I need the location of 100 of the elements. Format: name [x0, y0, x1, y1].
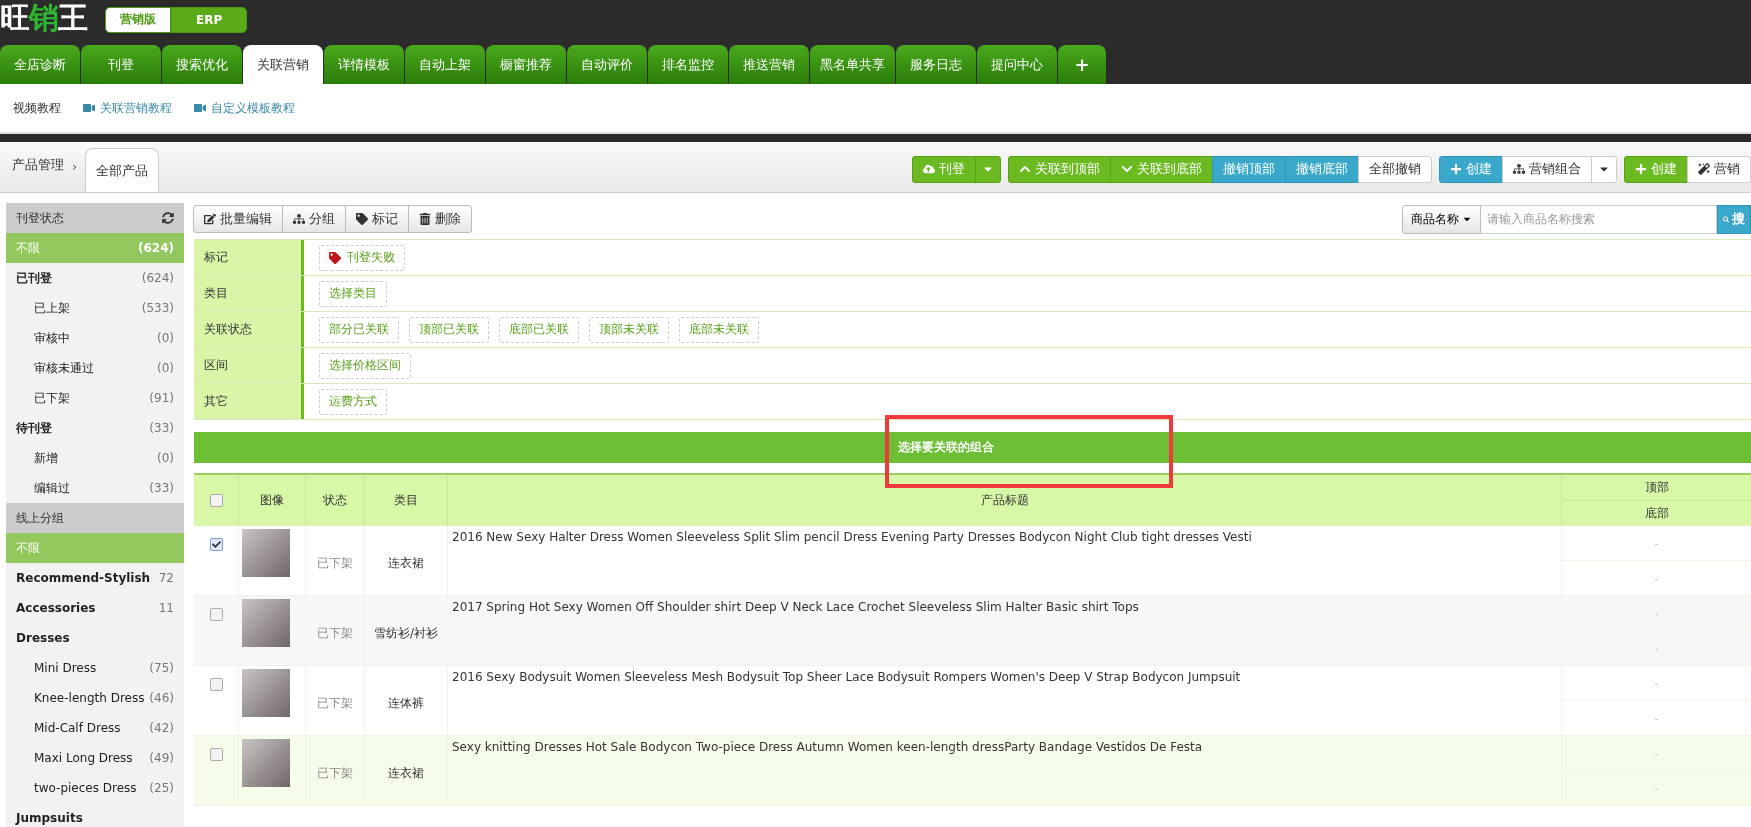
filter-option[interactable]: 选择价格区间	[319, 352, 411, 379]
bottom-value: -	[1653, 571, 1660, 586]
photo-placeholder	[242, 739, 290, 787]
sidebar-item[interactable]: 已刊登 (624)	[6, 263, 184, 293]
nav-tab[interactable]: 全店诊断	[0, 45, 80, 84]
sidebar-item[interactable]: 审核中 (0)	[6, 323, 184, 353]
edition-toggle[interactable]: ERP	[171, 6, 248, 33]
action-button[interactable]: 关联到顶部	[1008, 155, 1111, 183]
sidebar-item[interactable]: 待刊登 (33)	[6, 413, 184, 443]
filter-label: 类目	[194, 276, 304, 311]
sidebar-item[interactable]: Jumpsuits	[6, 803, 184, 827]
category-cell-text: 连衣裙	[388, 765, 424, 782]
action-button[interactable]: 撤销底部	[1285, 155, 1359, 183]
plus-icon	[1635, 163, 1647, 175]
chevron-down-icon	[1121, 163, 1133, 175]
top-value: -	[1562, 526, 1751, 561]
breadcrumb-separator: ›	[72, 159, 78, 176]
sidebar-item[interactable]: 审核未通过 (0)	[6, 353, 184, 383]
action-button[interactable]: 刊登	[912, 155, 976, 183]
search-field-select[interactable]: 商品名称	[1402, 204, 1481, 234]
action-button[interactable]: 撤销顶部	[1212, 155, 1286, 183]
sidebar-item[interactable]: Accessories 11	[6, 593, 184, 623]
row-checkbox[interactable]	[209, 608, 223, 621]
nav-tab[interactable]: +	[1058, 45, 1106, 84]
row-checkbox[interactable]	[209, 748, 223, 761]
breadcrumb-tab[interactable]: 全部产品	[85, 148, 160, 192]
nav-tab[interactable]: 关联营销	[243, 45, 323, 84]
status-cell-text: 已下架	[317, 625, 353, 642]
nav-tab[interactable]: 排名监控	[648, 45, 728, 84]
tag-icon	[356, 213, 368, 225]
filter-option[interactable]: 顶部已关联	[409, 316, 489, 343]
hierarchy-icon	[293, 213, 305, 225]
action-button[interactable]: 营销组合	[1502, 155, 1592, 183]
action-button[interactable]: 全部撤销	[1358, 155, 1432, 183]
nav-tab[interactable]: 橱窗推荐	[486, 45, 566, 84]
product-title: 2016 New Sexy Halter Dress Women Sleeveless Split Slim pencil Dress Evening Party Dresses Bodycon Night Club tight dresses Vesti	[452, 530, 1252, 544]
nav-tab[interactable]: 服务日志	[896, 45, 976, 84]
sidebar-title: 线上分组	[16, 509, 64, 527]
action-button[interactable]: 创建	[1624, 155, 1688, 183]
sidebar-item[interactable]: 已下架 (91)	[6, 383, 184, 413]
trash-icon	[419, 213, 431, 225]
sidebar-item[interactable]: two-pieces Dress (25)	[6, 773, 184, 803]
filter-option[interactable]: 底部已关联	[499, 316, 579, 343]
tutorial-link[interactable]: 自定义模板教程	[194, 99, 295, 117]
filter-option[interactable]: 选择类目	[319, 280, 387, 307]
row-checkbox[interactable]	[209, 678, 223, 691]
filter-option[interactable]: 底部未关联	[679, 316, 759, 343]
photo-placeholder	[242, 669, 290, 717]
edition-toggle[interactable]: 营销版	[105, 6, 171, 33]
nav-tab[interactable]: 自动评价	[567, 45, 647, 84]
refresh-icon[interactable]	[162, 212, 174, 224]
select-combination-bar[interactable]: 选择要关联的组合	[194, 432, 1751, 463]
nav-tab[interactable]: 刊登	[81, 45, 161, 84]
toolbar-button[interactable]: 分组	[282, 205, 346, 233]
video-tutorials-label: 视频教程	[13, 99, 61, 117]
column-header: 底部	[1643, 505, 1670, 522]
sidebar-item[interactable]: Dresses	[6, 623, 184, 653]
sidebar-item[interactable]: 新增 (0)	[6, 443, 184, 473]
status-cell-text: 已下架	[317, 695, 353, 712]
sidebar-item[interactable]: 编辑过 (33)	[6, 473, 184, 503]
sidebar-item[interactable]: 已上架 (533)	[6, 293, 184, 323]
sidebar-item[interactable]: Knee-length Dress (46)	[6, 683, 184, 713]
filter-option[interactable]: 顶部未关联	[589, 316, 669, 343]
nav-tab[interactable]: 黑名单共享	[810, 45, 895, 84]
nav-tab[interactable]: 提问中心	[977, 45, 1057, 84]
toolbar-button[interactable]: 删除	[408, 205, 472, 233]
toolbar-button[interactable]: 批量编辑	[193, 205, 283, 233]
sidebar-title: 刊登状态	[16, 209, 64, 227]
product-title: Sexy knitting Dresses Hot Sale Bodycon Two-piece Dress Autumn Women keen-length dressParty Bandage Vestidos De Festa	[452, 740, 1203, 754]
search-button[interactable]: 搜	[1717, 204, 1751, 234]
filter-option[interactable]: 部分已关联	[319, 316, 399, 343]
action-button[interactable]: 创建	[1439, 155, 1503, 183]
filter-option[interactable]: 运费方式	[319, 388, 387, 415]
video-camera-icon	[83, 102, 95, 114]
select-all-checkbox[interactable]	[209, 494, 223, 507]
nav-tab[interactable]: 推送营销	[729, 45, 809, 84]
action-button[interactable]: 营销	[1687, 155, 1751, 183]
bottom-value: -	[1653, 641, 1660, 656]
tutorial-link[interactable]: 关联营销教程	[83, 99, 172, 117]
sidebar-item[interactable]: Maxi Long Dress (49)	[6, 743, 184, 773]
filter-label: 关联状态	[194, 312, 304, 347]
filter-option[interactable]: 刊登失败	[319, 244, 405, 271]
category-cell-text: 连衣裙	[388, 555, 424, 572]
nav-tab[interactable]: 自动上架	[405, 45, 485, 84]
cloud-upload-icon	[923, 163, 935, 175]
row-checkbox[interactable]	[209, 538, 223, 551]
sidebar-item[interactable]: Mid-Calf Dress (42)	[6, 713, 184, 743]
nav-tab[interactable]: 详情模板	[324, 45, 404, 84]
toolbar-button[interactable]: 标记	[345, 205, 409, 233]
breadcrumb-link[interactable]: 产品管理	[12, 156, 64, 192]
filter-label: 标记	[194, 240, 304, 275]
dropdown-toggle[interactable]	[1591, 155, 1617, 183]
sidebar-item[interactable]: Recommend-Stylish 72	[6, 563, 184, 593]
nav-tab[interactable]: 搜索优化	[162, 45, 242, 84]
photo-placeholder	[242, 529, 290, 577]
dropdown-toggle[interactable]	[975, 155, 1001, 183]
category-cell-text: 连体裤	[388, 695, 424, 712]
sidebar-item[interactable]: Mini Dress (75)	[6, 653, 184, 683]
action-button[interactable]: 关联到底部	[1110, 155, 1213, 183]
search-input[interactable]: 请输入商品名称搜索	[1481, 204, 1717, 234]
